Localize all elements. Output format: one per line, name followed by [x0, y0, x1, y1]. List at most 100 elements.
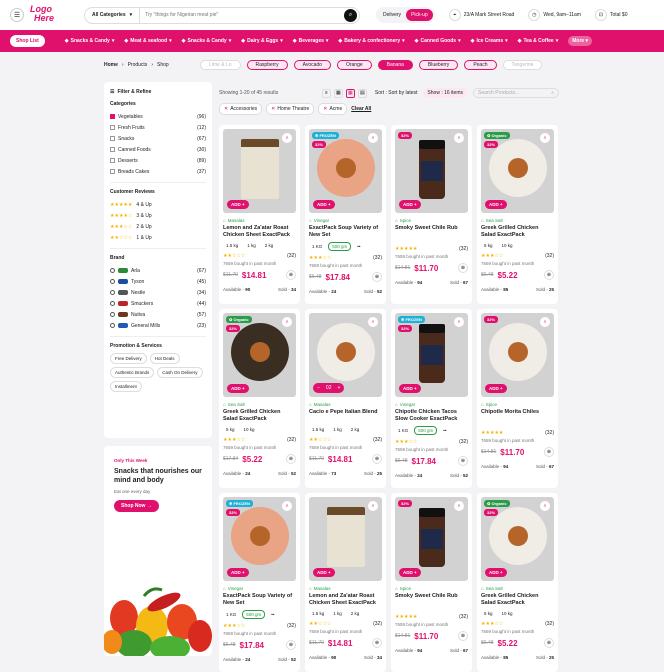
product-search[interactable]: Search Products... ⌕	[473, 88, 559, 98]
breadcrumb-products[interactable]: Products	[128, 62, 148, 68]
pickup-option[interactable]: Pick-up	[406, 9, 433, 21]
brand-filter[interactable]: Nestle (34)	[110, 287, 206, 298]
product-image[interactable]: ⌕ ADD +	[309, 497, 382, 581]
brand-filter[interactable]: Tyson (45)	[110, 276, 206, 287]
product-name[interactable]: Cacio e Pepe Italian Blend	[309, 409, 382, 423]
checkbox[interactable]	[110, 113, 115, 119]
product-name[interactable]: Greek Grilled Chicken Salad ExactPack	[481, 593, 554, 607]
clear-all-link[interactable]: Clear All	[351, 106, 371, 112]
menu-icon[interactable]: ☰	[10, 8, 24, 22]
review-filter[interactable]: ★★★★★ 4 & Up	[110, 199, 206, 210]
service-tag[interactable]: Installment	[110, 381, 142, 392]
size-option[interactable]: 500 gm	[414, 426, 438, 435]
add-button[interactable]: ADD +	[485, 200, 507, 209]
zoom-icon[interactable]: ⌕	[368, 501, 378, 511]
category-item[interactable]: ◆ Snacks & Candy ▾	[65, 38, 115, 44]
size-option[interactable]: 2 kg	[348, 426, 363, 433]
size-option[interactable]: ••	[268, 611, 277, 618]
size-option[interactable]: 2 kg	[262, 242, 277, 249]
size-option[interactable]: 2 kg	[348, 610, 363, 617]
product-card[interactable]: 32% ⌕ ADD + ⌂ Spice Chipotle Morita Chiles ★★★…	[477, 309, 558, 488]
zoom-icon[interactable]: ⌕	[368, 317, 378, 327]
zoom-icon[interactable]: ⌕	[282, 317, 292, 327]
search-input[interactable]	[140, 12, 344, 18]
category-filter[interactable]: Desserts (89)	[110, 155, 206, 166]
more-button[interactable]: More ▾	[568, 36, 593, 46]
size-option[interactable]: 500 gm	[242, 610, 266, 619]
fruit-chip[interactable]: Avocado	[293, 60, 331, 70]
product-image[interactable]: ❄ FROZEN 32% ⌕ ADD +	[309, 129, 382, 213]
product-card[interactable]: 32% ⌕ ADD + ⌂ Spice Smoky Sweet Chile Rub ★★★★…	[391, 125, 472, 304]
product-card[interactable]: ✿ Organic 32% ⌕ ADD + ⌂ Sea Salt Greek Grilled…	[477, 125, 558, 304]
product-image[interactable]: 32% ⌕ ADD +	[395, 497, 468, 581]
add-to-cart-icon[interactable]: ⊕	[544, 270, 554, 280]
size-option[interactable]: 5 kg	[223, 426, 238, 433]
add-to-cart-icon[interactable]: ⊕	[458, 263, 468, 273]
zoom-icon[interactable]: ⌕	[282, 133, 292, 143]
add-button[interactable]: ADD +	[313, 568, 335, 577]
add-to-cart-icon[interactable]: ⊕	[286, 270, 296, 280]
product-name[interactable]: Smoky Sweet Chile Rub	[395, 593, 468, 607]
address[interactable]: ⌖ 23/A Mark Street Road	[448, 9, 514, 21]
category-select[interactable]: All Categories ▾	[85, 7, 141, 23]
size-option[interactable]: 1 KG	[223, 611, 239, 618]
category-item[interactable]: ◆ Beverages ▾	[293, 38, 329, 44]
brand-filter[interactable]: Smuckers (44)	[110, 298, 206, 309]
shop-list-button[interactable]: Shop List	[10, 35, 45, 47]
add-button[interactable]: ADD +	[485, 384, 507, 393]
size-option[interactable]: 1 kg	[330, 610, 345, 617]
list-view-icon[interactable]: ≡	[321, 88, 331, 98]
product-image[interactable]: ✿ Organic 32% ⌕ ADD +	[481, 497, 554, 581]
service-tag[interactable]: Hot Deals	[149, 353, 180, 364]
size-option[interactable]: 1 kg	[330, 426, 345, 433]
add-button[interactable]: ADD +	[399, 568, 421, 577]
active-filter-chip[interactable]: ✕ Acme	[318, 103, 348, 115]
active-filter-chip[interactable]: ✕ Accessories	[219, 103, 263, 115]
category-filter[interactable]: Canned Foods (30)	[110, 144, 206, 155]
service-tag[interactable]: Free Delivery	[110, 353, 147, 364]
fruit-chip[interactable]: Banana	[377, 60, 413, 70]
product-image[interactable]: ✿ Organic 32% ⌕ ADD +	[481, 129, 554, 213]
size-option[interactable]: 1.5 kg	[309, 610, 327, 617]
radio[interactable]	[110, 311, 115, 317]
radio[interactable]	[110, 289, 115, 295]
add-to-cart-icon[interactable]: ⊕	[372, 454, 382, 464]
fruit-chip[interactable]: Blueberry	[418, 60, 459, 70]
search-icon[interactable]: ⌕	[344, 8, 357, 22]
zoom-icon[interactable]: ⌕	[368, 133, 378, 143]
delivery-option[interactable]: Delivery	[378, 9, 406, 21]
product-image[interactable]: 32% ⌕ ADD +	[481, 313, 554, 397]
plus-button[interactable]: +	[337, 385, 340, 391]
remove-icon[interactable]: ✕	[323, 106, 327, 112]
category-item[interactable]: ◆ Ice Creams ▾	[471, 38, 508, 44]
category-item[interactable]: ◆ Bakery & confectionery ▾	[338, 38, 404, 44]
radio[interactable]	[110, 322, 115, 328]
checkbox[interactable]	[110, 157, 115, 163]
product-name[interactable]: Greek Grilled Chicken Salad ExactPack	[223, 409, 296, 423]
product-card[interactable]: ✿ Organic 32% ⌕ ADD + ⌂ Sea Salt Greek Grilled…	[219, 309, 300, 488]
product-name[interactable]: Chipotle Chicken Tacos Slow Cooker Exact…	[395, 409, 468, 423]
shop-now-button[interactable]: Shop Now →	[114, 500, 159, 512]
size-option[interactable]: 500 gm	[328, 242, 352, 251]
quantity-stepper[interactable]: −02 +	[313, 383, 345, 393]
delivery-time[interactable]: ◷ Wed, 9am–11am	[528, 9, 581, 21]
size-option[interactable]: 10 kg	[499, 242, 516, 249]
brand-filter[interactable]: General Mills (23)	[110, 320, 206, 331]
zoom-icon[interactable]: ⌕	[540, 133, 550, 143]
remove-icon[interactable]: ✕	[271, 106, 275, 112]
grid-view-icon[interactable]: ▦	[345, 88, 355, 98]
product-card[interactable]: ✿ Organic 32% ⌕ ADD + ⌂ Sea Salt Greek Grilled…	[477, 493, 558, 672]
breadcrumb-home[interactable]: Home	[104, 62, 118, 68]
checkbox[interactable]	[110, 146, 115, 152]
product-card[interactable]: ❄ FROZEN 32% ⌕ ADD + ⌂ Vinegar Chipotle Chicke…	[391, 309, 472, 488]
cart-total[interactable]: ⊡ Total $0	[594, 9, 627, 21]
product-name[interactable]: ExactPack Soup Variety of New Set	[309, 225, 382, 239]
add-to-cart-icon[interactable]: ⊕	[544, 447, 554, 457]
size-option[interactable]: 5 kg	[481, 242, 496, 249]
zoom-icon[interactable]: ⌕	[540, 501, 550, 511]
product-name[interactable]: Chipotle Morita Chiles	[481, 409, 554, 423]
fruit-chip[interactable]: Tangerine	[502, 60, 543, 70]
product-image[interactable]: ❄ FROZEN 32% ⌕ ADD +	[395, 313, 468, 397]
product-card[interactable]: ⌕ −02 + ⌂ Masalas Cacio e Pepe Italian Blend 1…	[305, 309, 386, 488]
review-filter[interactable]: ★★★☆☆ 2 & Up	[110, 221, 206, 232]
